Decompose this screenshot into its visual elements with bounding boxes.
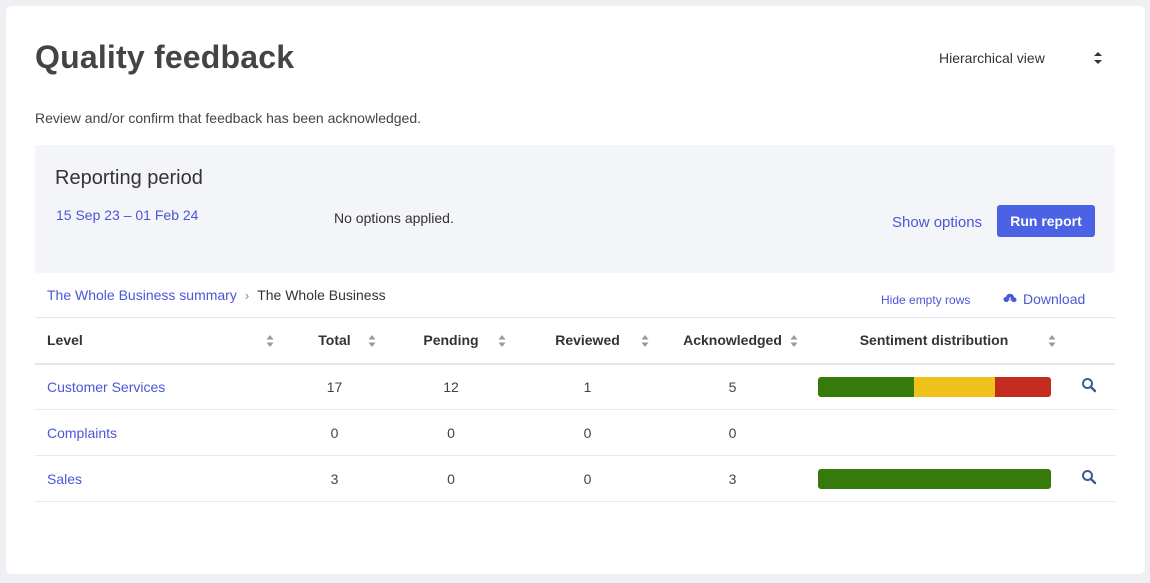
options-status: No options applied. <box>334 210 454 226</box>
table-row: Sales 3 0 0 3 <box>35 455 1115 502</box>
sentiment-cell <box>806 455 1062 502</box>
column-header-label: Sentiment distribution <box>859 332 1009 349</box>
column-header-label: Total <box>318 332 351 349</box>
column-header-label: Reviewed <box>555 332 620 349</box>
column-header-level[interactable]: Level <box>35 317 283 365</box>
sentiment-segment-negative <box>995 376 1051 397</box>
level-cell: Complaints <box>35 409 283 456</box>
sentiment-segment-neutral <box>913 376 996 397</box>
main-card: Quality feedback Hierarchical view Revie… <box>6 6 1145 574</box>
view-select-value: Hierarchical view <box>939 50 1045 66</box>
table-row: Customer Services 17 12 1 5 <box>35 363 1115 410</box>
level-link-complaints[interactable]: Complaints <box>47 425 117 441</box>
page-subtitle: Review and/or confirm that feedback has … <box>35 110 422 126</box>
level-cell: Customer Services <box>35 363 283 410</box>
hide-empty-rows-link[interactable]: Hide empty rows <box>881 293 970 307</box>
pending-cell: 0 <box>386 409 516 456</box>
reporting-period-panel: Reporting period 15 Sep 23 – 01 Feb 24 N… <box>35 145 1115 273</box>
column-header-sentiment[interactable]: Sentiment distribution <box>806 317 1062 365</box>
sentiment-cell <box>806 409 1062 456</box>
download-label: Download <box>1023 291 1086 307</box>
breadcrumb-separator: › <box>244 287 250 303</box>
column-header-label: Acknowledged <box>683 332 782 349</box>
table-row: Complaints 0 0 0 0 <box>35 409 1115 456</box>
show-options-link[interactable]: Show options <box>892 214 982 231</box>
feedback-table: Level Total Pending Reviewed Acknowledge… <box>35 317 1115 502</box>
action-cell <box>1062 455 1115 502</box>
column-header-acknowledged[interactable]: Acknowledged <box>659 317 806 365</box>
action-cell <box>1062 409 1115 456</box>
column-header-pending[interactable]: Pending <box>386 317 516 365</box>
column-header-reviewed[interactable]: Reviewed <box>516 317 659 365</box>
total-cell: 0 <box>283 409 386 456</box>
sort-icon[interactable] <box>1048 334 1056 348</box>
reporting-period-range[interactable]: 15 Sep 23 – 01 Feb 24 <box>56 207 198 223</box>
reviewed-cell: 0 <box>516 409 659 456</box>
acknowledged-cell: 5 <box>659 363 806 410</box>
column-header-total[interactable]: Total <box>283 317 386 365</box>
sentiment-bar <box>818 468 1051 489</box>
cloud-download-icon <box>1003 293 1017 305</box>
column-header-label: Pending <box>423 332 479 349</box>
sentiment-cell <box>806 363 1062 410</box>
breadcrumb-current: The Whole Business <box>257 287 386 303</box>
column-header-label: Level <box>47 332 83 349</box>
breadcrumb: The Whole Business summary › The Whole B… <box>47 287 386 303</box>
select-caret-icon <box>1094 52 1102 64</box>
view-select[interactable]: Hierarchical view <box>931 46 1111 70</box>
reviewed-cell: 0 <box>516 455 659 502</box>
run-report-button[interactable]: Run report <box>997 205 1095 237</box>
search-icon[interactable] <box>1081 469 1097 485</box>
sentiment-bar <box>818 376 1051 397</box>
total-cell: 3 <box>283 455 386 502</box>
sort-icon[interactable] <box>641 334 649 348</box>
download-link[interactable]: Download <box>1003 291 1085 307</box>
sort-icon[interactable] <box>498 334 506 348</box>
column-header-actions <box>1062 317 1115 365</box>
acknowledged-cell: 3 <box>659 455 806 502</box>
pending-cell: 12 <box>386 363 516 410</box>
table-header-row: Level Total Pending Reviewed Acknowledge… <box>35 317 1115 365</box>
search-icon[interactable] <box>1081 377 1097 393</box>
breadcrumb-link-summary[interactable]: The Whole Business summary <box>47 287 237 303</box>
reporting-period-title: Reporting period <box>55 167 203 189</box>
page-title: Quality feedback <box>35 39 295 75</box>
reviewed-cell: 1 <box>516 363 659 410</box>
total-cell: 17 <box>283 363 386 410</box>
sort-icon[interactable] <box>368 334 376 348</box>
sort-icon[interactable] <box>790 334 798 348</box>
level-link-sales[interactable]: Sales <box>47 471 82 487</box>
sentiment-segment-positive <box>818 468 1051 489</box>
acknowledged-cell: 0 <box>659 409 806 456</box>
action-cell <box>1062 363 1115 410</box>
level-cell: Sales <box>35 455 283 502</box>
sort-icon[interactable] <box>266 334 274 348</box>
sentiment-segment-positive <box>818 376 914 397</box>
pending-cell: 0 <box>386 455 516 502</box>
level-link-customer-services[interactable]: Customer Services <box>47 379 165 395</box>
